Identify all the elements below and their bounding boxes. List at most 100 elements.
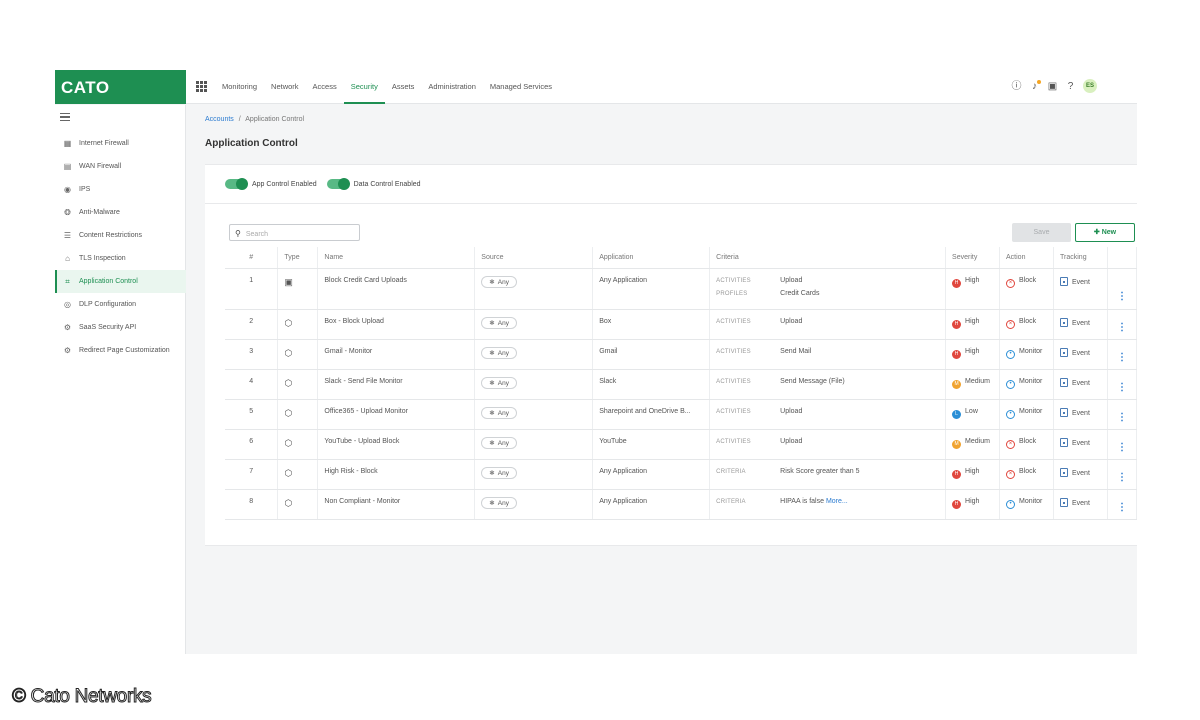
- source-value: Any: [497, 469, 509, 477]
- rule-tracking-cell: Event: [1053, 268, 1108, 310]
- data-control-toggle[interactable]: Data Control Enabled: [326, 178, 421, 190]
- source-pill: ✱ Any: [481, 466, 517, 479]
- sidebar-item-redirect-page-customization[interactable]: ⚙ Redirect Page Customization: [55, 339, 186, 362]
- search-input[interactable]: ⚲ Search: [229, 224, 360, 241]
- col-header-application[interactable]: Application: [592, 247, 711, 269]
- new-rule-button[interactable]: ✚ New: [1075, 223, 1135, 242]
- col-header-tracking[interactable]: Tracking: [1053, 247, 1108, 269]
- sidebar-item-anti-malware[interactable]: ❂ Anti-Malware: [55, 201, 186, 224]
- rule-type-cell: ⬡: [277, 339, 319, 370]
- table-row[interactable]: 5 ⬡ Office365 - Upload Monitor ✱ Any Sharepoi…: [225, 399, 1137, 430]
- help-icon[interactable]: ?: [1065, 81, 1076, 92]
- table-row[interactable]: 8 ⬡ Non Compliant - Monitor ✱ Any Any Applica…: [225, 489, 1137, 520]
- notification-bell-icon[interactable]: ♪: [1029, 79, 1041, 92]
- sidebar-item-label: Redirect Page Customization: [79, 347, 170, 354]
- rule-number: 7: [225, 459, 279, 490]
- nav-assets[interactable]: Assets: [385, 70, 422, 104]
- user-avatar[interactable]: ES: [1083, 79, 1097, 93]
- nav-access[interactable]: Access: [306, 70, 344, 104]
- col-header-action[interactable]: Action: [999, 247, 1054, 269]
- rule-action-cell: × Block: [999, 268, 1054, 310]
- app-grid-icon[interactable]: [196, 81, 207, 92]
- asterisk-icon: ✱: [489, 319, 495, 327]
- table-row[interactable]: 4 ⬡ Slack - Send File Monitor ✱ Any Slack ACTI…: [225, 369, 1137, 400]
- sidebar-item-dlp-configuration[interactable]: ◎ DLP Configuration: [55, 293, 186, 316]
- device-icon[interactable]: ▣: [1047, 81, 1058, 92]
- rule-number: 5: [225, 399, 279, 430]
- rule-type-cell: ⬡: [277, 309, 319, 340]
- rule-tracking-cell: Event: [1053, 459, 1108, 490]
- sidebar-item-tls-inspection[interactable]: ⌂ TLS Inspection: [55, 247, 186, 270]
- rule-name[interactable]: Slack - Send File Monitor: [317, 369, 476, 400]
- sidebar-item-label: Internet Firewall: [79, 140, 129, 147]
- rule-source-cell: ✱ Any: [474, 399, 594, 430]
- row-menu-icon[interactable]: ⋮: [1107, 339, 1137, 370]
- col-header-criteria[interactable]: Criteria: [709, 247, 947, 269]
- col-header-name[interactable]: Name: [317, 247, 476, 269]
- sidebar-item-internet-firewall[interactable]: ▦ Internet Firewall: [55, 132, 186, 155]
- criteria-value: Risk Score greater than 5: [780, 467, 860, 475]
- rule-tracking-cell: Event: [1053, 489, 1108, 520]
- row-menu-icon[interactable]: ⋮: [1107, 459, 1137, 490]
- nav-security[interactable]: Security: [343, 70, 385, 104]
- redirect-gear-icon: ⚙: [63, 346, 72, 355]
- criteria-key: ACTIVITIES: [716, 438, 751, 445]
- rule-tracking-cell: Event: [1053, 369, 1108, 400]
- rule-name[interactable]: High Risk - Block: [317, 459, 476, 490]
- rule-number: 1: [225, 268, 279, 310]
- table-row[interactable]: 1 ▣ Block Credit Card Uploads ✱ Any Any Appli…: [225, 268, 1137, 310]
- sidebar-item-saas-security-api[interactable]: ⚙ SaaS Security API: [55, 316, 186, 339]
- save-button[interactable]: Save: [1012, 223, 1071, 242]
- nav-managed-services[interactable]: Managed Services: [483, 70, 559, 104]
- severity-label: High: [965, 347, 980, 355]
- app-control-toggle[interactable]: App Control Enabled: [225, 178, 317, 190]
- app-control-label: App Control Enabled: [252, 180, 317, 188]
- app-control-switch[interactable]: [225, 178, 248, 190]
- severity-icon: H: [952, 349, 962, 359]
- rule-number: 6: [225, 429, 279, 460]
- rule-name[interactable]: YouTube - Upload Block: [317, 429, 476, 460]
- rule-action-cell: • Monitor: [999, 399, 1054, 430]
- table-row[interactable]: 7 ⬡ High Risk - Block ✱ Any Any Application CR…: [225, 459, 1137, 490]
- breadcrumb-current: Application Control: [245, 116, 305, 123]
- table-row[interactable]: 6 ⬡ YouTube - Upload Block ✱ Any YouTube ACTIV…: [225, 429, 1137, 460]
- block-icon: ×: [1006, 319, 1016, 329]
- nav-network[interactable]: Network: [264, 70, 306, 104]
- source-pill: ✱ Any: [481, 346, 517, 359]
- rule-number: 8: [225, 489, 279, 520]
- rule-name[interactable]: Gmail - Monitor: [317, 339, 476, 370]
- rule-name[interactable]: Non Compliant - Monitor: [317, 489, 476, 520]
- rule-action-cell: • Monitor: [999, 339, 1054, 370]
- rule-number: 3: [225, 339, 279, 370]
- breadcrumb-accounts-link[interactable]: Accounts: [205, 116, 234, 123]
- data-control-switch[interactable]: [326, 178, 350, 190]
- criteria-line: ACTIVITIES Send Mail: [716, 348, 944, 355]
- row-menu-icon[interactable]: ⋮: [1107, 489, 1137, 520]
- row-menu-icon[interactable]: ⋮: [1107, 268, 1137, 310]
- criteria-more-link[interactable]: More...: [826, 498, 848, 505]
- rule-name[interactable]: Office365 - Upload Monitor: [317, 399, 476, 430]
- source-pill: ✱ Any: [481, 275, 517, 288]
- rule-criteria-cell: ACTIVITIES Send Mail: [709, 339, 947, 370]
- tracking-label: Event: [1072, 319, 1090, 327]
- rule-name[interactable]: Box - Block Upload: [317, 309, 476, 340]
- alert-icon[interactable]: ⓘ: [1011, 81, 1022, 92]
- nav-monitoring[interactable]: Monitoring: [215, 70, 264, 104]
- col-header-type[interactable]: Type: [277, 247, 319, 269]
- row-menu-icon[interactable]: ⋮: [1107, 429, 1137, 460]
- row-menu-icon[interactable]: ⋮: [1107, 309, 1137, 340]
- copyright-watermark: © Cato Networks: [11, 686, 152, 708]
- sidebar-item-content-restrictions[interactable]: ☰ Content Restrictions: [55, 224, 186, 247]
- col-header-source[interactable]: Source: [474, 247, 594, 269]
- row-menu-icon[interactable]: ⋮: [1107, 369, 1137, 400]
- nav-administration[interactable]: Administration: [421, 70, 483, 104]
- sidebar-item-wan-firewall[interactable]: ▤ WAN Firewall: [55, 155, 186, 178]
- menu-toggle-icon[interactable]: [60, 113, 70, 121]
- rule-name[interactable]: Block Credit Card Uploads: [317, 268, 476, 310]
- row-menu-icon[interactable]: ⋮: [1107, 399, 1137, 430]
- table-row[interactable]: 3 ⬡ Gmail - Monitor ✱ Any Gmail ACTIVITIES Send…: [225, 339, 1137, 370]
- table-row[interactable]: 2 ⬡ Box - Block Upload ✱ Any Box ACTIVITIES Upl…: [225, 309, 1137, 340]
- col-header-severity[interactable]: Severity: [945, 247, 1001, 269]
- sidebar-item-application-control[interactable]: ⌗ Application Control: [55, 270, 186, 293]
- sidebar-item-ips[interactable]: ◉ IPS: [55, 178, 186, 201]
